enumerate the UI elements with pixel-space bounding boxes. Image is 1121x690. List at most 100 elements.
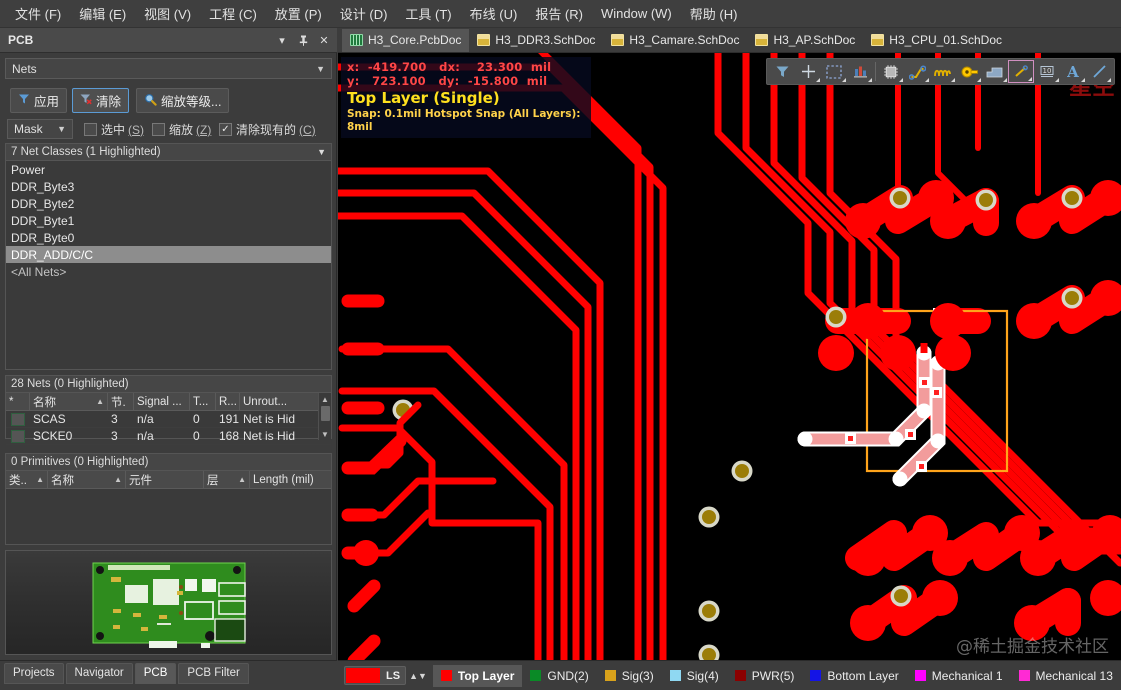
prim-col-name[interactable]: 名称 ▲ [48, 471, 126, 488]
selection-rect-tool-icon[interactable] [821, 60, 847, 83]
menu-item-2[interactable]: 视图 (V) [135, 1, 200, 26]
place-line-tool-icon[interactable] [1086, 60, 1112, 83]
table-row[interactable]: SCKE0 3 n/a 0 168 Net is Hid [6, 428, 331, 445]
net-color-swatch[interactable] [6, 429, 30, 443]
document-tab[interactable]: H3_Core.PcbDoc [342, 28, 470, 52]
layer-color-swatch [1018, 670, 1030, 681]
menu-item-4[interactable]: 放置 (P) [266, 1, 331, 26]
net-class-item[interactable]: DDR_Byte2 [6, 195, 331, 212]
check-zoom[interactable]: 缩放 (Z) [152, 121, 211, 138]
crosshair-tool-icon[interactable] [795, 60, 821, 83]
check-selected[interactable]: 选中 (S) [84, 121, 144, 138]
scope-select[interactable]: Nets ▼ [5, 58, 332, 79]
menu-item-7[interactable]: 布线 (U) [461, 1, 527, 26]
net-class-item[interactable]: DDR_Byte1 [6, 212, 331, 229]
menu-item-0[interactable]: 文件 (F) [6, 1, 70, 26]
net-class-item[interactable]: DDR_ADD/C/C [6, 246, 331, 263]
pcb-canvas[interactable]: 星空 @稀土掘金技术社区 x: -419.700 dx: 23.300 mil … [338, 53, 1121, 660]
chevron-up-icon[interactable]: ▲ [409, 666, 418, 685]
check-clear-existing[interactable]: 清除现有的 (C) [219, 121, 316, 138]
bar-chart-tool-icon[interactable] [847, 60, 873, 83]
layer-bar: LS ▲ ▼ Top Layer GND(2) Sig(3) Sig(4) PWR(5)… [338, 660, 1121, 690]
nets-col-star[interactable]: * [6, 393, 30, 410]
prim-col-type[interactable]: 类.. ▲ [6, 471, 48, 488]
document-tab[interactable]: H3_CPU_01.SchDoc [863, 29, 1010, 52]
chevron-down-icon[interactable]: ▼ [317, 147, 326, 157]
place-via-tool-icon[interactable] [956, 60, 982, 83]
layer-tab[interactable]: Bottom Layer [802, 665, 906, 687]
document-tab[interactable]: H3_DDR3.SchDoc [469, 29, 603, 52]
net-classes-list[interactable]: Power DDR_Byte3 DDR_Byte2 DDR_Byte1 DDR_Byte… [6, 161, 331, 280]
place-text-tool-icon[interactable]: A [1060, 60, 1086, 83]
layer-tab[interactable]: GND(2) [522, 665, 596, 687]
scroll-down-icon[interactable]: ▼ [321, 428, 329, 440]
panel-tab-projects[interactable]: Projects [4, 663, 64, 684]
menu-item-6[interactable]: 工具 (T) [396, 1, 460, 26]
primitives-grid[interactable]: 0 Primitives (0 Highlighted) 类.. ▲ 名称 ▲ 元件… [5, 453, 332, 545]
nets-scrollbar[interactable]: ▲ ▼ [318, 393, 331, 440]
net-cell-unroute: Net is Hid [243, 412, 296, 426]
menu-item-10[interactable]: 帮助 (H) [681, 1, 747, 26]
nets-col-name[interactable]: 名称 ▲ [30, 393, 108, 410]
filter-tool-icon[interactable] [769, 60, 795, 83]
menu-item-1[interactable]: 编辑 (E) [70, 1, 135, 26]
layer-tab[interactable]: Mechanical 1 [907, 665, 1011, 687]
diff-pair-routing-tool-icon[interactable] [1008, 60, 1034, 83]
net-color-swatch[interactable] [6, 412, 30, 426]
net-class-item[interactable]: Power [6, 161, 331, 178]
menu-item-3[interactable]: 工程 (C) [200, 1, 266, 26]
document-tab[interactable]: H3_AP.SchDoc [747, 29, 863, 52]
layer-tab[interactable]: Mechanical 13 [1011, 665, 1121, 687]
polygon-pour-tool-icon[interactable] [982, 60, 1008, 83]
nets-grid[interactable]: 28 Nets (0 Highlighted) * 名称 ▲ 节. Signal … [5, 375, 332, 445]
zoom-level-button[interactable]: 缩放等级... [136, 88, 230, 113]
prim-col-layer[interactable]: 层 ▲ [204, 471, 250, 488]
panel-tab-pcb-filter[interactable]: PCB Filter [178, 663, 249, 684]
prim-col-component[interactable]: 元件 [126, 471, 204, 488]
nets-col-signal[interactable]: Signal ... [134, 393, 190, 410]
dimension-tool-icon[interactable]: 10 [1034, 60, 1060, 83]
layer-color-swatch [734, 670, 746, 681]
pin-icon[interactable] [295, 32, 311, 48]
nets-col-r[interactable]: R... [216, 393, 240, 410]
net-class-item[interactable]: DDR_Byte3 [6, 178, 331, 195]
checkbox[interactable] [84, 123, 97, 136]
menu-item-8[interactable]: 报告 (R) [526, 1, 592, 26]
clear-button[interactable]: 清除 [72, 88, 130, 113]
board-preview[interactable] [5, 550, 332, 655]
layer-color-swatch [440, 670, 452, 681]
document-tab-label: H3_Core.PcbDoc [368, 33, 462, 47]
table-row[interactable]: SCAS 3 n/a 0 191 Net is Hid [6, 411, 331, 428]
panel-tab-navigator[interactable]: Navigator [65, 663, 133, 684]
nets-col-unrouted[interactable]: Unrout... [240, 393, 320, 410]
nets-col-t[interactable]: T... [190, 393, 216, 410]
chip-tool-icon[interactable] [878, 60, 904, 83]
document-tab[interactable]: H3_Camare.SchDoc [603, 29, 747, 52]
check-selected-label: 选中 [101, 123, 126, 137]
close-icon[interactable]: ✕ [316, 32, 332, 48]
chevron-down-icon[interactable]: ▾ [274, 32, 290, 48]
scroll-thumb[interactable] [320, 406, 330, 421]
layer-tab[interactable]: Sig(3) [597, 665, 662, 687]
layer-tab[interactable]: Top Layer [432, 664, 523, 687]
panel-tab-pcb[interactable]: PCB [134, 663, 177, 684]
mask-select[interactable]: Mask ▼ [7, 119, 73, 139]
menu-item-5[interactable]: 设计 (D) [331, 1, 397, 26]
net-class-item[interactable]: DDR_Byte0 [6, 229, 331, 246]
nets-col-nodes[interactable]: 节. [108, 393, 134, 410]
menu-item-9[interactable]: Window (W) [592, 3, 681, 24]
net-classes-caption[interactable]: 7 Net Classes (1 Highlighted) ▼ [6, 144, 331, 161]
tuning-squiggle-tool-icon[interactable] [930, 60, 956, 83]
interactive-routing-tool-icon[interactable] [904, 60, 930, 83]
apply-button[interactable]: 应用 [10, 88, 68, 113]
scroll-up-icon[interactable]: ▲ [321, 393, 329, 405]
layer-set-chip[interactable]: LS [344, 666, 407, 685]
layer-tab[interactable]: Sig(4) [662, 665, 727, 687]
prim-col-length[interactable]: Length (mil) [250, 471, 331, 488]
checkbox[interactable] [219, 123, 232, 136]
checkbox[interactable] [152, 123, 165, 136]
layer-tab[interactable]: PWR(5) [727, 665, 803, 687]
chevron-down-icon[interactable]: ▼ [418, 666, 427, 685]
net-class-item[interactable]: <All Nets> [6, 263, 331, 280]
net-classes-listbox[interactable]: 7 Net Classes (1 Highlighted) ▼ Power DDR… [5, 143, 332, 370]
